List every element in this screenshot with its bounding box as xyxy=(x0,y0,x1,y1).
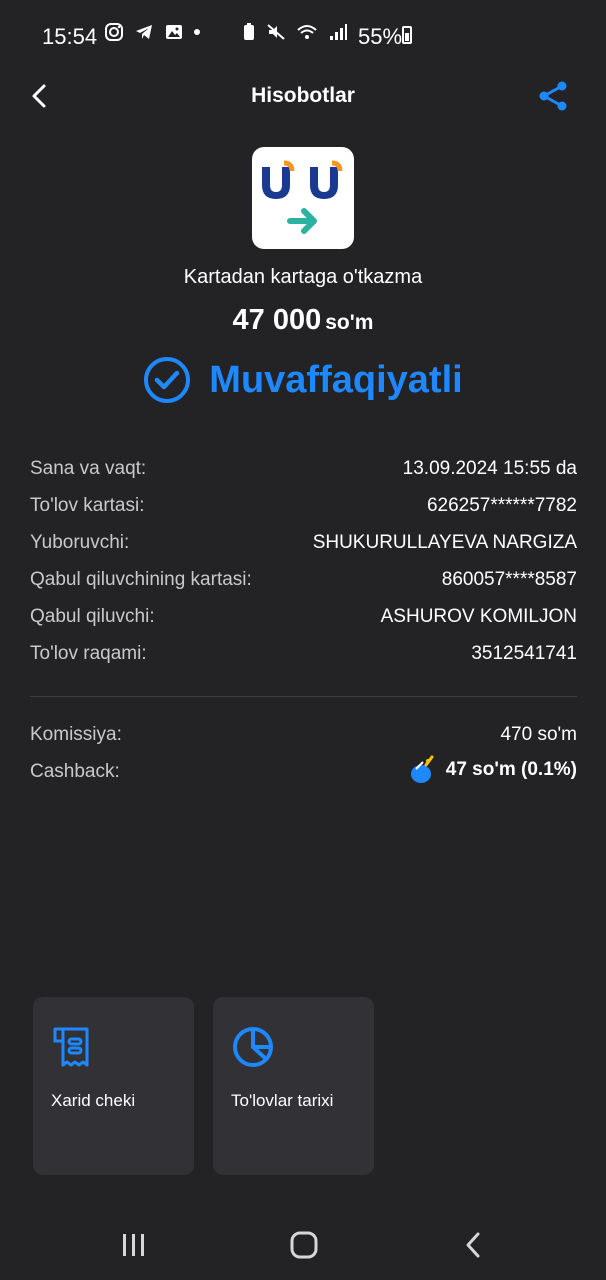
service-name: Kartadan kartaga o'tkazma xyxy=(183,266,423,288)
detail-key: Qabul qiluvchining kartasi: xyxy=(30,569,252,590)
detail-value: 13.09.2024 15:55 da xyxy=(402,458,577,479)
battery-saver-icon xyxy=(244,23,254,40)
payment-history-label: To'lovlar tarixi xyxy=(231,1091,334,1110)
detail-row-recipient: Qabul qiluvchi: ASHUROV KOMILJON xyxy=(30,600,577,637)
receipt-icon xyxy=(53,1027,89,1067)
home-button[interactable] xyxy=(284,1230,324,1260)
battery-icon xyxy=(402,26,412,44)
commission-row: Komissiya: 470 so'm xyxy=(30,718,577,755)
notification-icons xyxy=(104,22,200,42)
system-navigation-bar xyxy=(0,1210,606,1280)
detail-row-date: Sana va vaqt: 13.09.2024 15:55 da xyxy=(30,452,577,489)
amount-unit: so'm xyxy=(325,311,374,334)
cashback-coin-icon xyxy=(410,755,434,783)
amount-value: 47 000 xyxy=(232,304,322,336)
pie-chart-icon xyxy=(233,1027,273,1067)
system-icons xyxy=(242,22,348,42)
payment-history-button[interactable]: To'lovlar tarixi xyxy=(213,997,374,1175)
more-notifications-dot xyxy=(194,29,200,35)
detail-key: Yuboruvchi: xyxy=(30,532,130,553)
page-title: Hisobotlar xyxy=(251,84,355,107)
detail-value: SHUKURULLAYEVA NARGIZA xyxy=(312,532,577,553)
detail-key: To'lov kartasi: xyxy=(30,495,145,516)
detail-value: 860057****8587 xyxy=(441,569,577,590)
recent-apps-button[interactable] xyxy=(114,1230,154,1260)
cashback-row: Cashback: 47 so'm (0.1%) xyxy=(30,755,577,792)
receipt-label: Xarid cheki xyxy=(51,1091,136,1110)
detail-row-payment-number: To'lov raqami: 3512541741 xyxy=(30,637,577,674)
telegram-icon xyxy=(136,25,152,39)
status-time: 15:54 xyxy=(42,24,98,49)
fees-section: Komissiya: 470 so'm Cashback: 47 so'm (0… xyxy=(30,718,577,792)
cashback-label: Cashback: xyxy=(30,761,120,782)
cashback-value-wrap: 47 so'm (0.1%) xyxy=(408,755,577,785)
mute-icon xyxy=(267,24,285,40)
detail-key: To'lov raqami: xyxy=(30,643,147,664)
commission-label: Komissiya: xyxy=(30,724,122,745)
receipt-button[interactable]: Xarid cheki xyxy=(33,997,194,1175)
status-success: Muvaffaqiyatli xyxy=(0,354,606,406)
wifi-icon xyxy=(297,25,317,39)
detail-row-payment-card: To'lov kartasi: 626257******7782 xyxy=(30,489,577,526)
header: Hisobotlar xyxy=(0,72,606,120)
uzcard-logo-icon xyxy=(262,160,343,234)
transfer-amount: 47 000 so'm xyxy=(0,304,606,337)
uzcard-to-uzcard-logo xyxy=(252,147,354,249)
commission-value: 470 so'm xyxy=(500,724,577,745)
detail-row-sender: Yuboruvchi: SHUKURULLAYEVA NARGIZA xyxy=(30,526,577,563)
instagram-icon xyxy=(105,23,123,41)
share-button[interactable] xyxy=(538,80,568,112)
battery-percent: 55% xyxy=(358,24,403,49)
signal-icon xyxy=(330,24,347,40)
system-back-button[interactable] xyxy=(456,1230,496,1260)
detail-key: Sana va vaqt: xyxy=(30,458,147,479)
status-label: Muvaffaqiyatli xyxy=(209,358,463,401)
detail-key: Qabul qiluvchi: xyxy=(30,606,155,627)
detail-row-recipient-card: Qabul qiluvchining kartasi: 860057****858… xyxy=(30,563,577,600)
gallery-icon xyxy=(166,25,182,39)
status-bar: 15:54 55% xyxy=(0,0,606,72)
check-circle-icon xyxy=(144,357,191,403)
detail-value: 3512541741 xyxy=(471,643,577,664)
cashback-value: 47 so'm (0.1%) xyxy=(445,759,577,780)
divider xyxy=(30,696,577,697)
detail-value: ASHUROV KOMILJON xyxy=(380,606,577,627)
transaction-details: Sana va vaqt: 13.09.2024 15:55 da To'lov … xyxy=(30,452,577,674)
detail-value: 626257******7782 xyxy=(426,495,577,516)
